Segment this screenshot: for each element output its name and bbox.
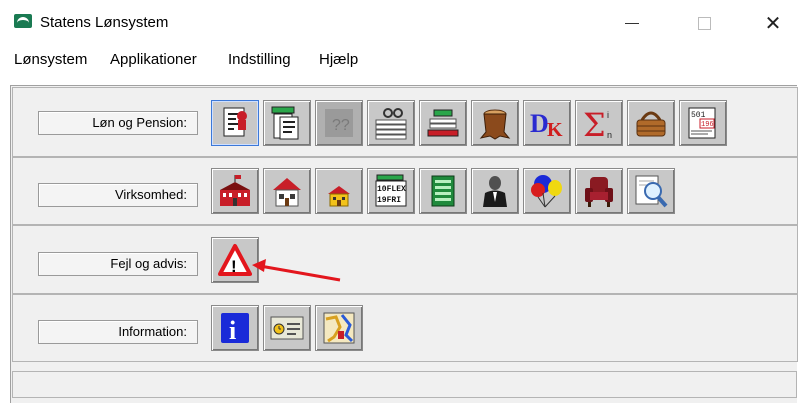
group-label-fejl-og-advis: Fejl og advis: bbox=[38, 252, 198, 276]
magnifier-doc-icon bbox=[635, 175, 668, 208]
group-label-lon-og-pension: Løn og Pension: bbox=[38, 111, 198, 135]
menu-indstilling[interactable]: Indstilling bbox=[228, 51, 291, 68]
tax-form-button[interactable]: 501 196 bbox=[679, 100, 727, 146]
flex-fri-icon: 10FLEX 19FRI bbox=[375, 174, 407, 207]
info-button[interactable]: i bbox=[211, 305, 259, 351]
svg-text:10FLEX: 10FLEX bbox=[377, 185, 406, 194]
minimize-button[interactable] bbox=[609, 8, 655, 38]
armchair-button[interactable] bbox=[575, 168, 623, 214]
group-lon-og-pension: Løn og Pension: ?? D K Σ i n 501 196 bbox=[12, 87, 798, 157]
person-button[interactable] bbox=[471, 168, 519, 214]
svg-text:!: ! bbox=[231, 257, 237, 276]
svg-text:n: n bbox=[607, 130, 612, 140]
sum-button[interactable]: Σ i n bbox=[575, 100, 623, 146]
employee-record-button[interactable] bbox=[211, 100, 259, 146]
yellow-house-button[interactable] bbox=[315, 168, 363, 214]
question-doc-button[interactable]: ?? bbox=[315, 100, 363, 146]
minimize-icon bbox=[625, 23, 639, 24]
dk-letters-icon: D K bbox=[530, 109, 563, 140]
main-panel: Løn og Pension: ?? D K Σ i n 501 196 Vir… bbox=[10, 85, 798, 403]
papers-glasses-button[interactable] bbox=[367, 100, 415, 146]
basket-button[interactable] bbox=[627, 100, 675, 146]
svg-text:19FRI: 19FRI bbox=[377, 196, 401, 205]
title-bar: Statens Lønsystem ✕ bbox=[0, 0, 799, 44]
svg-text:D: D bbox=[530, 109, 549, 138]
menu-lonsystem[interactable]: Lønsystem bbox=[14, 51, 87, 68]
armchair-icon bbox=[585, 177, 613, 207]
svg-text:Σ: Σ bbox=[583, 106, 606, 140]
basket-icon bbox=[636, 111, 666, 137]
menu-hjaelp[interactable]: Hjælp bbox=[319, 51, 358, 68]
green-ledger-button[interactable] bbox=[419, 168, 467, 214]
info-icon: i bbox=[221, 313, 249, 345]
sum-sigma-icon: Σ i n bbox=[583, 106, 612, 140]
employee-record-icon bbox=[223, 107, 247, 137]
red-house-button[interactable] bbox=[263, 168, 311, 214]
map-icon bbox=[323, 312, 355, 344]
svg-text:i: i bbox=[607, 110, 609, 120]
close-icon: ✕ bbox=[764, 11, 782, 35]
person-silhouette-icon bbox=[483, 176, 507, 207]
svg-text:i: i bbox=[229, 316, 236, 345]
red-building-button[interactable] bbox=[211, 168, 259, 214]
group-virksomhed: Virksomhed: 10FLEX 19FRI bbox=[12, 157, 798, 225]
svg-text:K: K bbox=[547, 119, 563, 140]
maximize-icon bbox=[698, 17, 711, 30]
tax-form-icon: 501 196 bbox=[688, 107, 716, 139]
document-stack-button[interactable] bbox=[263, 100, 311, 146]
document-stack-icon bbox=[271, 106, 299, 140]
book-stack-button[interactable] bbox=[419, 100, 467, 146]
status-bar bbox=[12, 371, 797, 398]
annotation-arrow bbox=[252, 259, 341, 282]
map-button[interactable] bbox=[315, 305, 363, 351]
book-stack-icon bbox=[427, 109, 459, 137]
group-information: Information: i bbox=[12, 294, 798, 362]
red-house-icon bbox=[273, 178, 301, 207]
question-doc-disabled-icon: ?? bbox=[325, 109, 353, 137]
menu-bar: Lønsystem Applikationer Indstilling Hjæl… bbox=[0, 48, 799, 74]
flex-fri-button[interactable]: 10FLEX 19FRI bbox=[367, 168, 415, 214]
menu-applikationer[interactable]: Applikationer bbox=[110, 51, 197, 68]
id-card-clock-icon bbox=[270, 316, 304, 340]
tree-stump-icon bbox=[479, 109, 511, 140]
window-title: Statens Lønsystem bbox=[40, 14, 169, 31]
yellow-house-icon bbox=[328, 186, 350, 207]
svg-text:??: ?? bbox=[332, 117, 350, 134]
id-card-button[interactable] bbox=[263, 305, 311, 351]
group-label-virksomhed: Virksomhed: bbox=[38, 183, 198, 207]
dk-button[interactable]: D K bbox=[523, 100, 571, 146]
balloons-icon bbox=[531, 175, 562, 208]
balloons-button[interactable] bbox=[523, 168, 571, 214]
papers-glasses-icon bbox=[375, 108, 407, 140]
tree-stump-button[interactable] bbox=[471, 100, 519, 146]
maximize-button[interactable] bbox=[681, 8, 727, 38]
app-logo-icon bbox=[14, 14, 32, 28]
magnifier-button[interactable] bbox=[627, 168, 675, 214]
svg-text:196: 196 bbox=[701, 121, 714, 129]
group-fejl-og-advis: Fejl og advis: ! bbox=[12, 225, 798, 294]
red-building-icon bbox=[220, 175, 250, 206]
green-ledger-icon bbox=[431, 175, 455, 207]
close-button[interactable]: ✕ bbox=[750, 8, 796, 38]
group-label-information: Information: bbox=[38, 320, 198, 344]
warning-triangle-icon: ! bbox=[218, 244, 252, 276]
